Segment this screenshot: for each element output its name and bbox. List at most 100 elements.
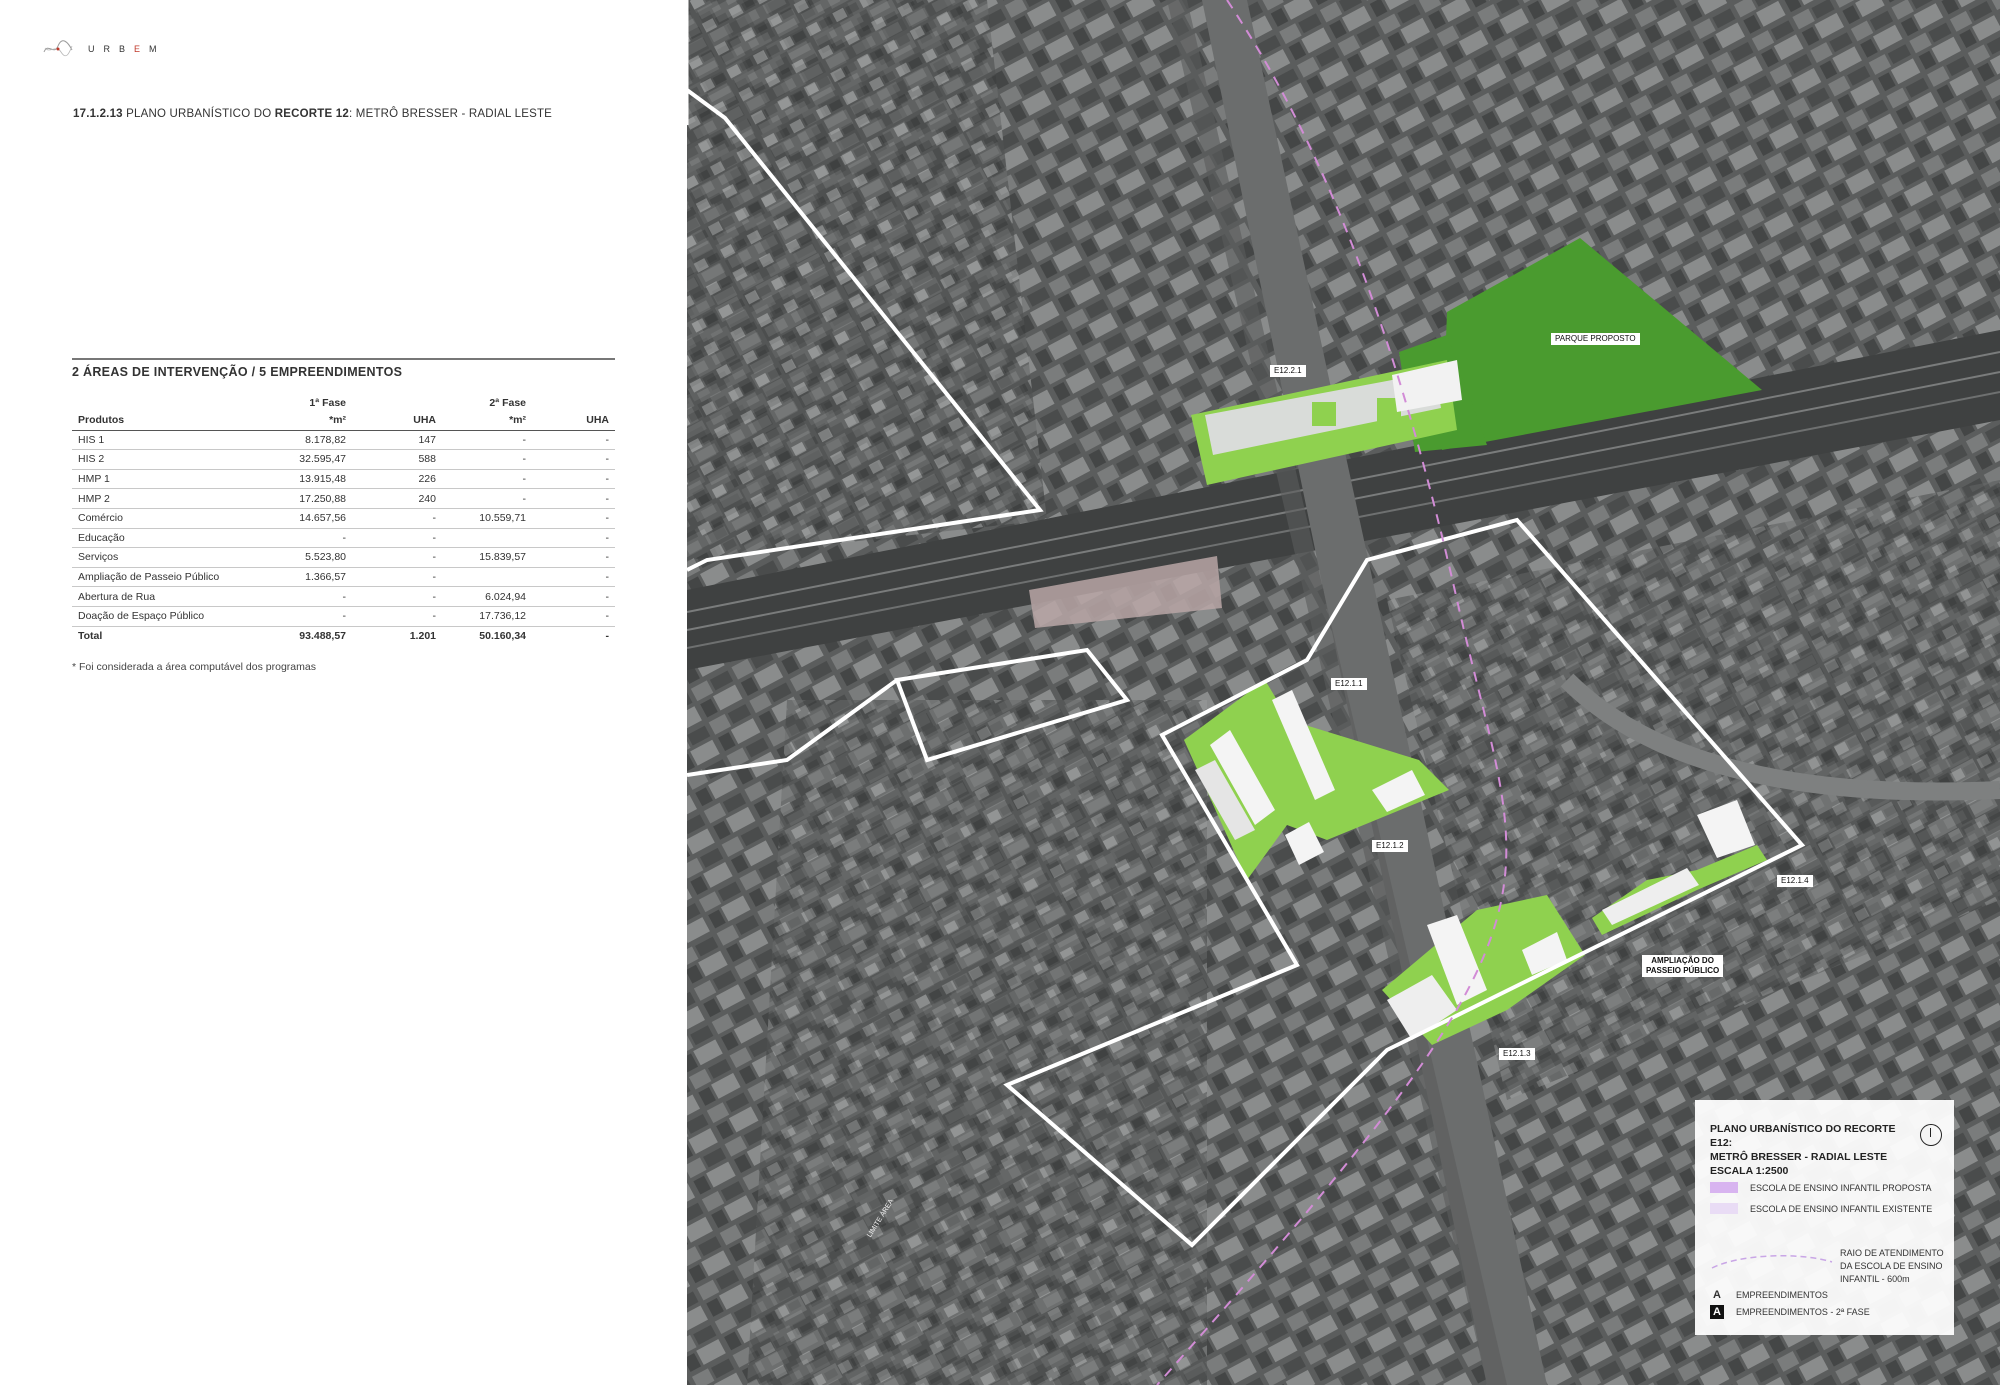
table-cell: - (532, 547, 615, 568)
phase-2-label: 2ª Fase (489, 397, 526, 409)
table-cell: - (532, 508, 615, 529)
table-cell: 50.160,34 (442, 625, 532, 646)
table-cell: - (232, 606, 352, 627)
map-legend: PLANO URBANÍSTICO DO RECORTE E12: METRÔ … (1695, 1100, 1954, 1335)
table-cell: - (442, 488, 532, 509)
table-cell: Ampliação de Passeio Público (72, 567, 232, 588)
table-row: HMP 2 17.250,88 240- - (72, 488, 615, 509)
table-cell: - (532, 430, 615, 451)
letter-a-inverted-icon: A (1710, 1305, 1724, 1319)
legend-label: ESCOLA DE ENSINO INFANTIL PROPOSTA (1750, 1182, 1932, 1193)
swatch-escola-existente (1710, 1203, 1738, 1214)
table-cell: 226 (352, 469, 442, 490)
left-page: URBEM 17.1.2.13 PLANO URBANÍSTICO DO REC… (0, 0, 687, 1385)
page-heading: 17.1.2.13 PLANO URBANÍSTICO DO RECORTE 1… (73, 108, 553, 120)
table-cell: - (442, 430, 532, 451)
table-cell: 240 (352, 488, 442, 509)
section-title: 2 ÁREAS DE INTERVENÇÃO / 5 EMPREENDIMENT… (72, 365, 403, 379)
table-cell: - (532, 586, 615, 607)
table-cell: Educação (72, 528, 232, 549)
table-cell: Doação de Espaço Público (72, 606, 232, 627)
north-arrow-icon (1920, 1124, 1942, 1146)
table-cell: 1.201 (352, 625, 442, 646)
table-cell: Total (72, 625, 232, 646)
table-cell: 147 (352, 430, 442, 451)
radius-dash-icon (1711, 1255, 1833, 1269)
label-e12-2-1: E12.2.1 (1270, 365, 1306, 377)
table-cell: 17.250,88 (232, 488, 352, 509)
legend-title: PLANO URBANÍSTICO DO RECORTE E12: METRÔ … (1710, 1122, 1910, 1164)
table-cell: - (442, 469, 532, 490)
table-row: HMP 1 13.915,48 226- - (72, 469, 615, 490)
column-header-row: Produtos *m² UHA *m² UHA (72, 411, 615, 431)
table-total-row: Total 93.488,57 1.201 50.160,34- (72, 625, 615, 646)
table-cell: - (442, 449, 532, 470)
urbem-logo: URBEM (42, 38, 166, 60)
table-row: Educação - - - (72, 528, 615, 549)
footnote: * Foi considerada a área computável dos … (72, 661, 316, 673)
table-cell: - (352, 508, 442, 529)
legend-title-line1: PLANO URBANÍSTICO DO RECORTE E12: (1710, 1123, 1896, 1149)
table-cell: 8.178,82 (232, 430, 352, 451)
legend-title-line2: METRÔ BRESSER - RADIAL LESTE (1710, 1151, 1888, 1163)
table-cell: - (232, 528, 352, 549)
table-cell: Serviços (72, 547, 232, 568)
table-cell: - (532, 488, 615, 509)
legend-label: ESCOLA DE ENSINO INFANTIL EXISTENTE (1750, 1203, 1933, 1214)
table-cell: HMP 2 (72, 488, 232, 509)
table-cell: 6.024,94 (442, 586, 532, 607)
column-header: UHA (532, 411, 615, 431)
column-header: *m² (232, 411, 352, 431)
table-cell: HIS 1 (72, 430, 232, 451)
table-row: Serviços 5.523,80-15.839,57- (72, 547, 615, 568)
label-ampliacao-passeio: AMPLIAÇÃO DO PASSEIO PÚBLICO (1642, 955, 1724, 977)
legend-raio-text: RAIO DE ATENDIMENTO DA ESCOLA DE ENSINO … (1840, 1247, 1944, 1286)
legend-raio-line3: INFANTIL - 600m (1840, 1274, 1910, 1284)
table-cell: - (232, 586, 352, 607)
table-cell: - (352, 586, 442, 607)
aerial-map: PARQUE PROPOSTO E12.2.1 E12.1.1 E12.1.2 … (687, 0, 2000, 1385)
table-row: Abertura de Rua - -6.024,94- (72, 586, 615, 607)
legend-raio-line1: RAIO DE ATENDIMENTO (1840, 1248, 1944, 1258)
legend-label: EMPREENDIMENTOS (1736, 1290, 1828, 1300)
table-row: HIS 1 8.178,82 147- - (72, 430, 615, 451)
table-cell: - (532, 528, 615, 549)
phase-1-label: 1ª Fase (309, 397, 346, 409)
section-divider (72, 358, 615, 360)
table-row: HIS 2 32.595,47 588- - (72, 449, 615, 470)
table-cell: - (352, 547, 442, 568)
column-header: *m² (442, 411, 532, 431)
table-cell (442, 567, 532, 588)
table-cell (442, 528, 532, 549)
table-cell: HMP 1 (72, 469, 232, 490)
table-cell: - (352, 567, 442, 588)
table-row: Doação de Espaço Público - -17.736,12- (72, 606, 615, 627)
legend-item-escola-proposta: ESCOLA DE ENSINO INFANTIL PROPOSTA (1710, 1182, 1932, 1193)
label-ampliacao-line1: AMPLIAÇÃO DO (1651, 956, 1714, 965)
logo-mark-icon (43, 40, 73, 57)
table-cell: - (532, 567, 615, 588)
table-cell: - (532, 606, 615, 627)
table-cell: 93.488,57 (232, 625, 352, 646)
table-cell: - (352, 528, 442, 549)
table-cell: 17.736,12 (442, 606, 532, 627)
column-header: UHA (352, 411, 442, 431)
logo-wordmark: URBEM (88, 44, 166, 54)
phase-header-row: 1ª Fase 2ª Fase (72, 395, 615, 411)
legend-item-empreendimentos: A EMPREENDIMENTOS (1710, 1288, 1828, 1302)
table-cell: 14.657,56 (232, 508, 352, 529)
swatch-escola-proposta (1710, 1182, 1738, 1193)
table-cell: Comércio (72, 508, 232, 529)
table-cell: 10.559,71 (442, 508, 532, 529)
table-cell: - (532, 625, 615, 646)
table-cell: 32.595,47 (232, 449, 352, 470)
label-e12-1-3: E12.1.3 (1499, 1048, 1535, 1060)
table-row: Comércio 14.657,56-10.559,71- (72, 508, 615, 529)
table-cell: 15.839,57 (442, 547, 532, 568)
table-cell: - (532, 469, 615, 490)
legend-raio-line2: DA ESCOLA DE ENSINO (1840, 1261, 1943, 1271)
table-cell: - (352, 606, 442, 627)
legend-item-empreendimentos-2: A EMPREENDIMENTOS - 2ª FASE (1710, 1305, 1870, 1319)
legend-item-escola-existente: ESCOLA DE ENSINO INFANTIL EXISTENTE (1710, 1203, 1932, 1214)
legend-label: EMPREENDIMENTOS - 2ª FASE (1736, 1307, 1870, 1317)
